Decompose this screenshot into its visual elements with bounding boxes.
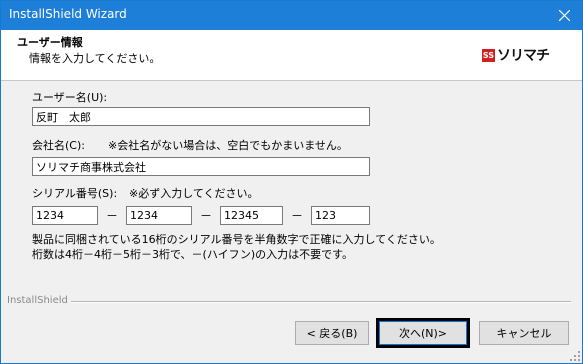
logo-brand: ソリマチ xyxy=(497,48,550,64)
serial-dash: － xyxy=(291,209,304,223)
back-button[interactable]: < 戻る(B) xyxy=(295,321,369,345)
page-subtitle: 情報を入力してください。 xyxy=(29,52,161,65)
user-name-label: ユーザー名(U): xyxy=(32,91,108,104)
close-icon[interactable] xyxy=(546,1,582,30)
serial-input-1[interactable] xyxy=(32,206,98,225)
logo-mark-icon: SS xyxy=(482,48,495,62)
cancel-button[interactable]: キャンセル xyxy=(479,321,569,345)
help-text-2: 桁数は4桁－4桁－5桁－3桁で、－(ハイフン)の入力は不要です。 xyxy=(32,248,354,261)
installer-window: InstallShield Wizard ユーザー情報 情報を入力してください。… xyxy=(0,0,583,364)
serial-input-2[interactable] xyxy=(126,206,192,225)
help-text-1: 製品に同梱されている16桁のシリアル番号を半角数字で正確に入力してください。 xyxy=(32,233,441,246)
brand-logo: SS ソリマチ xyxy=(482,46,550,64)
serial-note: ※必ず入力してください。 xyxy=(129,187,259,200)
serial-dash: － xyxy=(106,209,119,223)
installshield-brand: InstallShield xyxy=(7,295,68,306)
serial-input-4[interactable] xyxy=(311,206,370,225)
page-title: ユーザー情報 xyxy=(17,36,83,49)
serial-label: シリアル番号(S): xyxy=(32,187,118,200)
company-note: ※会社名がない場合は、空白でもかまいません。 xyxy=(108,139,348,152)
footer-divider xyxy=(71,301,571,303)
serial-input-3[interactable] xyxy=(220,206,283,225)
company-input[interactable] xyxy=(32,157,370,176)
title-bar[interactable]: InstallShield Wizard xyxy=(1,1,582,30)
next-button[interactable]: 次へ(N)> xyxy=(376,318,470,348)
user-name-input[interactable] xyxy=(32,107,370,126)
serial-dash: － xyxy=(200,209,213,223)
resize-grip-icon[interactable] xyxy=(570,351,580,361)
header-panel: ユーザー情報 情報を入力してください。 SS ソリマチ xyxy=(1,30,582,81)
company-label: 会社名(C): xyxy=(32,139,85,152)
window-title: InstallShield Wizard xyxy=(9,7,127,21)
